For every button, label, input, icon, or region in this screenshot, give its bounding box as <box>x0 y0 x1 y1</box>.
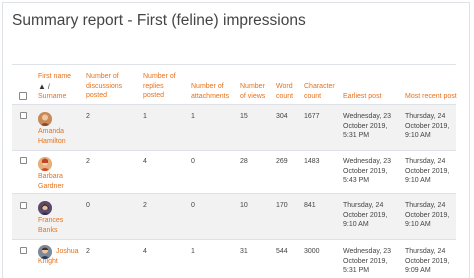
replies-value: 2 <box>143 202 147 209</box>
attachments-value: 0 <box>191 202 195 209</box>
word-count-value: 170 <box>276 202 288 209</box>
views-header[interactable]: Number of views <box>240 82 265 101</box>
sort-ascending-icon: ▲ <box>38 81 46 91</box>
word-count-value: 269 <box>276 158 288 165</box>
attachments-value: 0 <box>191 158 195 165</box>
replies-value: 4 <box>143 248 147 255</box>
row-select-checkbox[interactable] <box>20 202 27 209</box>
attachments-header[interactable]: Number of attachments <box>191 82 229 101</box>
user-avatar[interactable] <box>38 157 52 171</box>
most-recent-post-value: Thursday, 24 October 2019, 9:10 AM <box>405 113 450 139</box>
earliest-post-value: Wednesday, 23 October 2019, 5:31 PM <box>343 113 391 139</box>
earliest-post-value: Thursday, 24 October 2019, 9:10 AM <box>343 202 388 228</box>
replies-value: 1 <box>143 113 147 120</box>
word-count-value: 544 <box>276 248 288 255</box>
user-name-link[interactable]: Frances Banks <box>38 216 63 235</box>
views-value: 31 <box>240 248 248 255</box>
word-count-value: 304 <box>276 113 288 120</box>
table-row <box>12 194 456 239</box>
word-count-header[interactable]: Word count <box>276 82 293 101</box>
attachments-value: 1 <box>191 113 195 120</box>
first-name-surname-header[interactable]: First name ▲ / Surname <box>38 72 71 102</box>
row-divider <box>12 150 456 151</box>
discussions-value: 0 <box>86 202 90 209</box>
character-count-header[interactable]: Character count <box>304 82 335 101</box>
attachments-value: 1 <box>191 248 195 255</box>
earliest-post-header[interactable]: Earliest post <box>343 92 382 102</box>
user-avatar[interactable] <box>38 201 52 215</box>
earliest-post-value: Wednesday, 23 October 2019, 5:43 PM <box>343 158 391 184</box>
surname-sort-link[interactable]: Surname <box>38 92 71 102</box>
name-separator: / <box>47 83 50 91</box>
discussions-value: 2 <box>86 158 90 165</box>
most-recent-post-value: Thursday, 24 October 2019, 9:09 AM <box>405 248 450 274</box>
most-recent-post-header[interactable]: Most recent post <box>405 92 457 102</box>
discussions-value: 2 <box>86 113 90 120</box>
user-name-link[interactable]: Joshua Knight <box>38 247 79 266</box>
views-value: 10 <box>240 202 248 209</box>
character-count-value: 3000 <box>304 248 320 255</box>
character-count-value: 841 <box>304 202 316 209</box>
select-all-checkbox[interactable] <box>19 92 27 100</box>
character-count-value: 1483 <box>304 158 320 165</box>
user-name-link[interactable]: Amanda Hamilton <box>38 127 66 146</box>
row-select-checkbox[interactable] <box>20 157 27 164</box>
row-select-checkbox[interactable] <box>20 247 27 254</box>
page-title: Summary report - First (feline) impressi… <box>12 12 306 29</box>
replies-value: 4 <box>143 158 147 165</box>
user-name-link[interactable]: Barbara Gardner <box>38 172 64 191</box>
row-divider <box>12 239 456 240</box>
discussions-header[interactable]: Number of discussions posted <box>86 72 122 101</box>
views-value: 28 <box>240 158 248 165</box>
row-select-checkbox[interactable] <box>20 112 27 119</box>
replies-header[interactable]: Number of replies posted <box>143 72 176 101</box>
most-recent-post-value: Thursday, 24 October 2019, 9:10 AM <box>405 158 450 184</box>
character-count-value: 1677 <box>304 113 320 120</box>
first-name-sort-link[interactable]: First name <box>38 72 71 82</box>
user-avatar[interactable] <box>38 112 52 126</box>
most-recent-post-value: Thursday, 24 October 2019, 9:10 AM <box>405 202 450 228</box>
header-divider <box>12 64 456 65</box>
earliest-post-value: Wednesday, 23 October 2019, 5:31 PM <box>343 248 391 274</box>
discussions-value: 2 <box>86 248 90 255</box>
views-value: 15 <box>240 113 248 120</box>
